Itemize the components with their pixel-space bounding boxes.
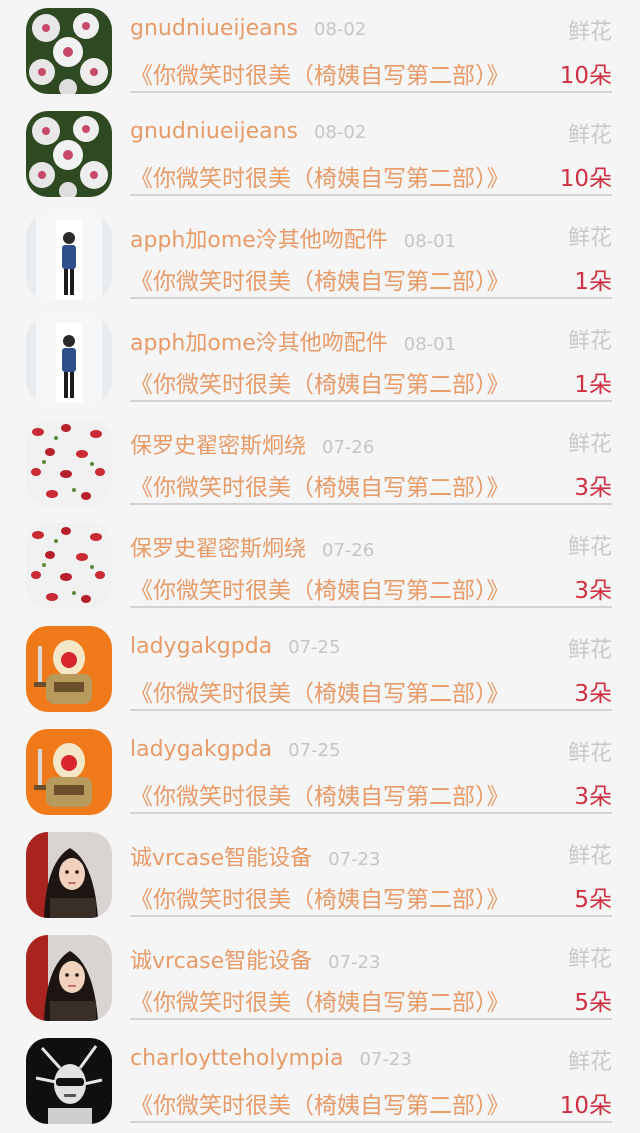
man-sunglasses-avatar-icon[interactable] <box>26 1038 112 1124</box>
username[interactable]: 诚vrcase智能设备 07-23 <box>130 840 380 872</box>
gift-amount: 3朵 <box>574 784 612 810</box>
record-date: 08-02 <box>314 19 367 40</box>
row-divider <box>130 194 612 196</box>
gift-amount: 3朵 <box>574 578 612 604</box>
username-text: 保罗史翟密斯炯绕 <box>130 537 307 562</box>
record-date: 08-01 <box>403 231 457 252</box>
username[interactable]: 诚vrcase智能设备 07-23 <box>130 943 380 975</box>
username[interactable]: ladygakgpda 07-25 <box>130 737 340 762</box>
list-item[interactable]: ladygakgpda 07-25 鲜花 《你微笑时很美（椅姨自写第二部）》 3朵 <box>0 618 640 721</box>
row-divider <box>130 606 612 608</box>
flower-avatar-icon[interactable] <box>26 111 112 197</box>
username[interactable]: ladygakgpda 07-25 <box>130 634 340 659</box>
gift-amount: 1朵 <box>574 372 612 398</box>
list-item[interactable]: ladygakgpda 07-25 鲜花 《你微笑时很美（椅姨自写第二部）》 3朵 <box>0 721 640 824</box>
list-item[interactable]: apph加ome泠其他吻配件 08-01 鲜花 《你微笑时很美（椅姨自写第二部）》… <box>0 206 640 309</box>
username-text: charloytteholympia <box>130 1046 344 1071</box>
record-date: 07-23 <box>328 849 381 870</box>
username[interactable]: 保罗史翟密斯炯绕 07-26 <box>130 428 374 460</box>
gift-type-label: 鲜花 <box>567 226 612 251</box>
work-title-link[interactable]: 《你微笑时很美（椅姨自写第二部）》 <box>130 56 510 90</box>
list-item[interactable]: 诚vrcase智能设备 07-23 鲜花 《你微笑时很美（椅姨自写第二部）》 5朵 <box>0 824 640 927</box>
username-text: ladygakgpda <box>130 634 273 659</box>
record-date: 07-26 <box>322 437 375 458</box>
row-divider <box>130 400 612 402</box>
gift-type-label: 鲜花 <box>567 1050 612 1075</box>
record-date: 08-02 <box>314 122 367 143</box>
gift-type-label: 鲜花 <box>567 844 612 869</box>
gift-amount: 3朵 <box>574 681 612 707</box>
gift-amount: 10朵 <box>559 166 612 192</box>
list-item[interactable]: charloytteholympia 07-23 鲜花 《你微笑时很美（椅姨自写第… <box>0 1030 640 1133</box>
username[interactable]: charloytteholympia 07-23 <box>130 1046 412 1071</box>
woman-portrait-avatar-icon[interactable] <box>26 832 112 918</box>
list-item[interactable]: 保罗史翟密斯炯绕 07-26 鲜花 《你微笑时很美（椅姨自写第二部）》 3朵 <box>0 515 640 618</box>
gift-type-label: 鲜花 <box>567 535 612 560</box>
row-divider <box>130 709 612 711</box>
record-date: 07-25 <box>288 637 341 658</box>
work-title-link[interactable]: 《你微笑时很美（椅姨自写第二部）》 <box>130 674 510 708</box>
work-title-link[interactable]: 《你微笑时很美（椅姨自写第二部）》 <box>130 159 510 193</box>
work-title-link[interactable]: 《你微笑时很美（椅姨自写第二部）》 <box>130 777 510 811</box>
warrior-avatar-icon[interactable] <box>26 626 112 712</box>
row-divider <box>130 812 612 814</box>
username[interactable]: 保罗史翟密斯炯绕 07-26 <box>130 531 374 563</box>
berries-avatar-icon[interactable] <box>26 420 112 506</box>
work-title-link[interactable]: 《你微笑时很美（椅姨自写第二部）》 <box>130 468 510 502</box>
username[interactable]: apph加ome泠其他吻配件 08-01 <box>130 222 456 254</box>
record-date: 07-23 <box>359 1049 412 1070</box>
gift-amount: 3朵 <box>574 475 612 501</box>
gift-type-label: 鲜花 <box>567 123 612 148</box>
row-divider <box>130 915 612 917</box>
row-divider <box>130 1121 612 1123</box>
gift-type-label: 鲜花 <box>567 947 612 972</box>
list-item[interactable]: 保罗史翟密斯炯绕 07-26 鲜花 《你微笑时很美（椅姨自写第二部）》 3朵 <box>0 412 640 515</box>
row-divider <box>130 503 612 505</box>
standing-person-avatar-icon[interactable] <box>26 214 112 300</box>
username-text: apph加ome泠其他吻配件 <box>130 331 388 356</box>
gift-amount: 1朵 <box>574 269 612 295</box>
gift-amount: 10朵 <box>559 1093 612 1119</box>
gift-amount: 5朵 <box>574 990 612 1016</box>
work-title-link[interactable]: 《你微笑时很美（椅姨自写第二部）》 <box>130 983 510 1017</box>
gift-amount: 10朵 <box>559 63 612 89</box>
list-item[interactable]: gnudniueijeans 08-02 鲜花 《你微笑时很美（椅姨自写第二部）》… <box>0 103 640 206</box>
username-text: 诚vrcase智能设备 <box>130 846 313 871</box>
username-text: ladygakgpda <box>130 737 273 762</box>
list-item[interactable]: gnudniueijeans 08-02 鲜花 《你微笑时很美（椅姨自写第二部）》… <box>0 0 640 103</box>
work-title-link[interactable]: 《你微笑时很美（椅姨自写第二部）》 <box>130 571 510 605</box>
username-text: gnudniueijeans <box>130 119 298 144</box>
work-title-link[interactable]: 《你微笑时很美（椅姨自写第二部）》 <box>130 262 510 296</box>
gift-amount: 5朵 <box>574 887 612 913</box>
work-title-link[interactable]: 《你微笑时很美（椅姨自写第二部）》 <box>130 1086 510 1120</box>
gift-type-label: 鲜花 <box>567 329 612 354</box>
record-date: 07-25 <box>288 740 341 761</box>
work-title-link[interactable]: 《你微笑时很美（椅姨自写第二部）》 <box>130 365 510 399</box>
gift-type-label: 鲜花 <box>567 432 612 457</box>
username-text: gnudniueijeans <box>130 16 298 41</box>
warrior-avatar-icon[interactable] <box>26 729 112 815</box>
woman-portrait-avatar-icon[interactable] <box>26 935 112 1021</box>
standing-person-avatar-icon[interactable] <box>26 317 112 403</box>
row-divider <box>130 1018 612 1020</box>
berries-avatar-icon[interactable] <box>26 523 112 609</box>
list-item[interactable]: 诚vrcase智能设备 07-23 鲜花 《你微笑时很美（椅姨自写第二部）》 5朵 <box>0 927 640 1030</box>
username[interactable]: apph加ome泠其他吻配件 08-01 <box>130 325 456 357</box>
gift-type-label: 鲜花 <box>567 638 612 663</box>
record-date: 07-23 <box>328 952 381 973</box>
gift-type-label: 鲜花 <box>567 20 612 45</box>
username[interactable]: gnudniueijeans 08-02 <box>130 16 366 41</box>
flower-avatar-icon[interactable] <box>26 8 112 94</box>
username[interactable]: gnudniueijeans 08-02 <box>130 119 366 144</box>
username-text: 诚vrcase智能设备 <box>130 949 313 974</box>
list-item[interactable]: apph加ome泠其他吻配件 08-01 鲜花 《你微笑时很美（椅姨自写第二部）》… <box>0 309 640 412</box>
record-date: 07-26 <box>322 540 375 561</box>
row-divider <box>130 297 612 299</box>
row-divider <box>130 91 612 93</box>
username-text: apph加ome泠其他吻配件 <box>130 228 388 253</box>
record-date: 08-01 <box>403 334 457 355</box>
username-text: 保罗史翟密斯炯绕 <box>130 434 307 459</box>
work-title-link[interactable]: 《你微笑时很美（椅姨自写第二部）》 <box>130 880 510 914</box>
gift-type-label: 鲜花 <box>567 741 612 766</box>
